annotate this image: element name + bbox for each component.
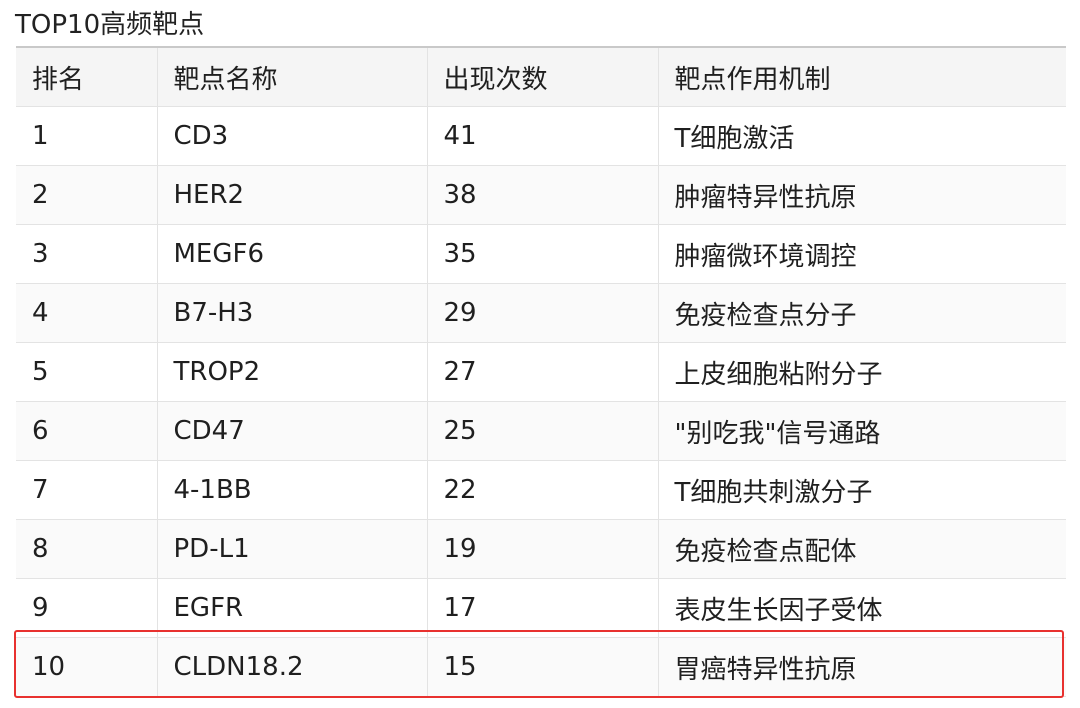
cell-target-name: MEGF6: [157, 224, 428, 284]
cell-count: 19: [427, 519, 659, 579]
cell-rank: 5: [16, 342, 158, 402]
table-row: 6 CD47 25 "别吃我"信号通路: [16, 401, 1066, 461]
table-header-row: 排名 靶点名称 出现次数 靶点作用机制: [16, 47, 1066, 107]
cell-target-name: TROP2: [157, 342, 428, 402]
top10-targets-table: 排名 靶点名称 出现次数 靶点作用机制 1 CD3 41 T细胞激活 2 HER…: [16, 46, 1066, 697]
cell-rank: 1: [16, 106, 158, 166]
cell-mechanism: 表皮生长因子受体: [658, 578, 1066, 638]
cell-count: 29: [427, 283, 659, 343]
cell-target-name: EGFR: [157, 578, 428, 638]
table-row: 2 HER2 38 肿瘤特异性抗原: [16, 165, 1066, 225]
header-rank: 排名: [16, 47, 158, 107]
table-row: 3 MEGF6 35 肿瘤微环境调控: [16, 224, 1066, 284]
cell-count: 15: [427, 637, 659, 697]
cell-mechanism: 免疫检查点分子: [658, 283, 1066, 343]
cell-count: 35: [427, 224, 659, 284]
cell-count: 22: [427, 460, 659, 520]
cell-rank: 9: [16, 578, 158, 638]
cell-rank: 8: [16, 519, 158, 579]
cell-rank: 2: [16, 165, 158, 225]
table-row: 1 CD3 41 T细胞激活: [16, 106, 1066, 166]
table-row: 4 B7-H3 29 免疫检查点分子: [16, 283, 1066, 343]
cell-rank: 4: [16, 283, 158, 343]
cell-target-name: CLDN18.2: [157, 637, 428, 697]
cell-mechanism: 免疫检查点配体: [658, 519, 1066, 579]
cell-target-name: CD47: [157, 401, 428, 461]
cell-mechanism: T细胞激活: [658, 106, 1066, 166]
cell-count: 38: [427, 165, 659, 225]
cell-target-name: 4-1BB: [157, 460, 428, 520]
cell-rank: 10: [16, 637, 158, 697]
table-row: 7 4-1BB 22 T细胞共刺激分子: [16, 460, 1066, 520]
cell-target-name: HER2: [157, 165, 428, 225]
header-target-name: 靶点名称: [157, 47, 428, 107]
cell-mechanism: 上皮细胞粘附分子: [658, 342, 1066, 402]
cell-mechanism: "别吃我"信号通路: [658, 401, 1066, 461]
cell-mechanism: T细胞共刺激分子: [658, 460, 1066, 520]
cell-mechanism: 胃癌特异性抗原: [658, 637, 1066, 697]
cell-mechanism: 肿瘤特异性抗原: [658, 165, 1066, 225]
table-row-highlighted: 10 CLDN18.2 15 胃癌特异性抗原: [16, 637, 1066, 697]
header-count: 出现次数: [427, 47, 659, 107]
cell-count: 17: [427, 578, 659, 638]
cell-target-name: B7-H3: [157, 283, 428, 343]
cell-mechanism: 肿瘤微环境调控: [658, 224, 1066, 284]
cell-target-name: PD-L1: [157, 519, 428, 579]
table-caption: TOP10高频靶点: [15, 10, 205, 40]
cell-rank: 3: [16, 224, 158, 284]
table-row: 8 PD-L1 19 免疫检查点配体: [16, 519, 1066, 579]
cell-count: 27: [427, 342, 659, 402]
cell-count: 25: [427, 401, 659, 461]
cell-rank: 7: [16, 460, 158, 520]
cell-target-name: CD3: [157, 106, 428, 166]
cell-count: 41: [427, 106, 659, 166]
table-row: 5 TROP2 27 上皮细胞粘附分子: [16, 342, 1066, 402]
table-row: 9 EGFR 17 表皮生长因子受体: [16, 578, 1066, 638]
header-mechanism: 靶点作用机制: [658, 47, 1066, 107]
cell-rank: 6: [16, 401, 158, 461]
